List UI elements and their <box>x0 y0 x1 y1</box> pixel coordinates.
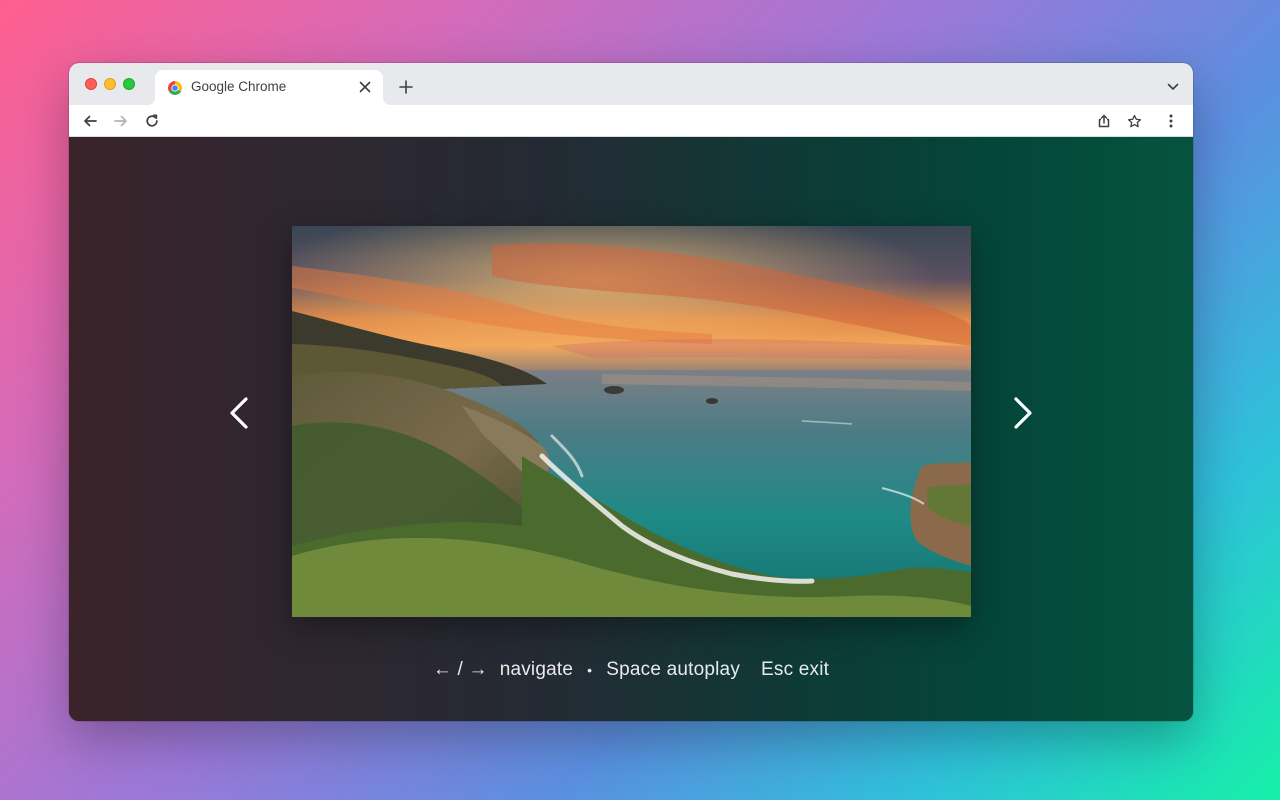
keyboard-hints: ← / → navigate • Space autoplay Esc exit <box>69 656 1193 684</box>
kebab-menu-icon[interactable] <box>1160 110 1182 132</box>
navigate-hint: navigate <box>499 659 574 680</box>
arrow-left-icon[interactable] <box>79 110 101 132</box>
chrome-logo-icon <box>167 80 183 96</box>
browser-window: Google Chrome ← / → navigate • Space aut… <box>69 63 1193 721</box>
star-icon[interactable] <box>1123 110 1145 132</box>
hint-separator: • <box>587 662 593 678</box>
close-icon[interactable] <box>355 77 375 97</box>
share-icon[interactable] <box>1093 110 1115 132</box>
arrow-keys-hint: ← / → <box>432 659 488 680</box>
coastal-sunset-photo <box>292 226 971 617</box>
next-photo-button[interactable] <box>1001 393 1045 437</box>
arrow-right-icon[interactable] <box>110 110 132 132</box>
browser-toolbar <box>69 105 1193 137</box>
active-tab[interactable]: Google Chrome <box>147 70 391 105</box>
previous-photo-button[interactable] <box>217 393 261 437</box>
maximize-window-button[interactable] <box>123 78 135 90</box>
minimize-window-button[interactable] <box>104 78 116 90</box>
chevron-right-icon <box>1012 396 1034 435</box>
chevron-left-icon <box>228 396 250 435</box>
tab-title: Google Chrome <box>191 79 287 94</box>
reload-icon[interactable] <box>141 110 163 132</box>
address-input[interactable] <box>185 111 1089 133</box>
autoplay-hint: Space autoplay <box>606 659 741 680</box>
plus-icon[interactable] <box>395 76 417 98</box>
close-window-button[interactable] <box>85 78 97 90</box>
exit-hint: Esc exit <box>761 659 830 680</box>
chevron-down-icon[interactable] <box>1163 77 1183 97</box>
photo-viewer: ← / → navigate • Space autoplay Esc exit <box>69 137 1193 721</box>
tab-strip: Google Chrome <box>69 63 1193 105</box>
address-bar[interactable] <box>171 108 1154 134</box>
window-controls <box>85 78 135 90</box>
